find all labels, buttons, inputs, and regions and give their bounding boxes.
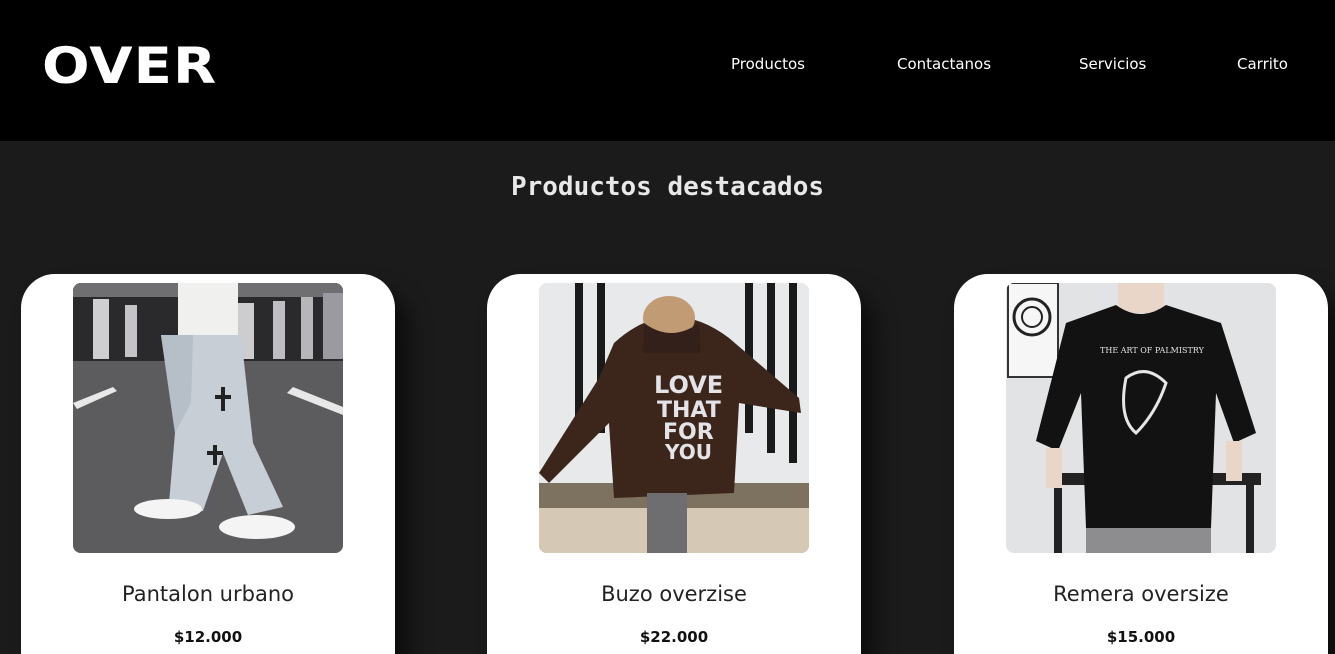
product-price: $15.000: [1106, 628, 1176, 646]
product-card[interactable]: THE ART OF PALMISTRY Remera oversize $15…: [954, 274, 1328, 654]
product-image[interactable]: THE ART OF PALMISTRY: [1006, 283, 1276, 553]
product-name: Buzo overzise: [601, 582, 747, 606]
product-image[interactable]: LOVE THAT FOR YOU: [539, 283, 809, 553]
product-price: $22.000: [639, 628, 709, 646]
product-image[interactable]: [73, 283, 343, 553]
site-header: OVER Productos Contactanos Servicios Car…: [0, 0, 1335, 141]
product-card[interactable]: LOVE THAT FOR YOU Buzo overzise $22.000: [487, 274, 861, 654]
product-name: Pantalon urbano: [122, 582, 294, 606]
product-card[interactable]: Pantalon urbano $12.000: [21, 274, 395, 654]
section-title: Productos destacados: [510, 172, 825, 202]
nav-carrito-link[interactable]: Carrito: [1237, 53, 1288, 75]
svg-text:LOVE: LOVE: [654, 371, 723, 399]
nav-productos-link[interactable]: Productos: [731, 53, 805, 75]
product-name: Remera oversize: [1053, 582, 1229, 606]
nav-contactanos-link[interactable]: Contactanos: [897, 53, 991, 75]
nav-servicios-link[interactable]: Servicios: [1079, 53, 1146, 75]
product-price: $12.000: [173, 628, 243, 646]
main-nav: Productos Contactanos Servicios Carrito: [0, 53, 1335, 75]
svg-text:YOU: YOU: [664, 440, 712, 464]
svg-text:THE ART OF PALMISTRY: THE ART OF PALMISTRY: [1100, 346, 1205, 355]
